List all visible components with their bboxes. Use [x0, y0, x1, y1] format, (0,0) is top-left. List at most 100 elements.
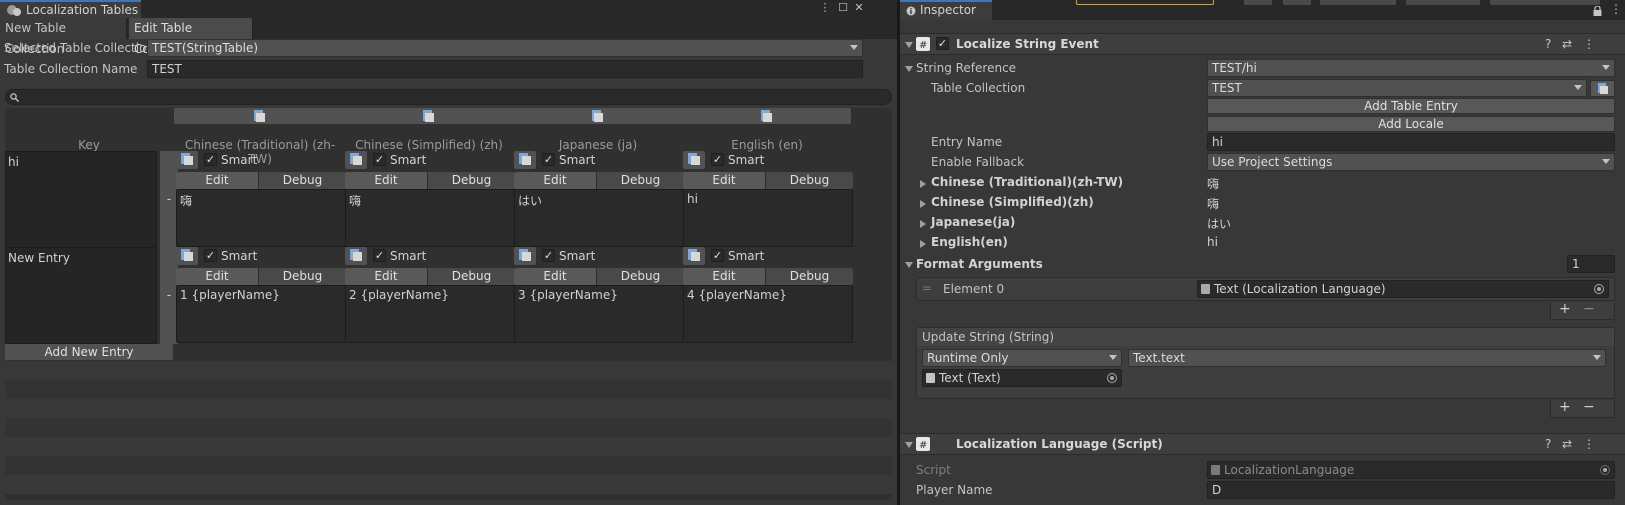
foldout-right-icon[interactable]	[920, 240, 926, 248]
translation-field[interactable]: 2 {playerName}	[345, 285, 515, 343]
help-icon[interactable]: ?	[1545, 437, 1551, 451]
edit-button[interactable]: Edit	[683, 172, 765, 189]
smart-checkbox[interactable]: ✓	[542, 153, 555, 166]
foldout-arrow-icon[interactable]	[905, 42, 913, 48]
smart-checkbox[interactable]: ✓	[373, 153, 386, 166]
locale-label-zh-tw[interactable]: Chinese (Traditional)(zh-TW)	[931, 175, 1123, 189]
maximize-icon[interactable]: ☐	[836, 1, 850, 15]
entry-metadata-button[interactable]	[683, 247, 705, 265]
smart-checkbox[interactable]: ✓	[711, 249, 724, 262]
component-header-localize-string-event[interactable]: # ✓ Localize String Event ? ⇄ ⋮	[900, 33, 1625, 55]
help-icon[interactable]: ?	[1545, 37, 1551, 51]
edit-button[interactable]: Edit	[176, 172, 258, 189]
foldout-right-icon[interactable]	[920, 180, 926, 188]
locale-label-en[interactable]: English(en)	[931, 235, 1008, 249]
open-tables-window-button[interactable]	[1590, 80, 1615, 97]
remove-listener-button[interactable]: −	[1583, 399, 1595, 415]
method-dropdown[interactable]: Text.text	[1128, 349, 1606, 367]
edit-button[interactable]: Edit	[514, 172, 596, 189]
string-reference-dropdown[interactable]: TEST/hi	[1207, 59, 1615, 77]
lock-icon[interactable]	[1593, 6, 1602, 16]
format-arguments-count[interactable]: 1	[1567, 255, 1615, 273]
debug-button[interactable]: Debug	[427, 172, 515, 189]
entry-metadata-button[interactable]	[345, 151, 367, 169]
translation-field[interactable]: 嗨	[176, 189, 346, 247]
edit-button[interactable]: Edit	[683, 268, 765, 285]
drag-handle-icon[interactable]: =	[922, 281, 932, 295]
window-menu-icon[interactable]: ⋮	[818, 1, 832, 15]
entry-name-field[interactable]: hi	[1207, 133, 1615, 151]
edit-button[interactable]: Edit	[345, 268, 427, 285]
toolbar-button[interactable]	[1320, 0, 1396, 5]
entry-metadata-button[interactable]	[176, 151, 198, 169]
add-listener-button[interactable]: +	[1559, 399, 1571, 415]
object-picker-icon[interactable]	[1107, 373, 1117, 383]
presets-icon[interactable]: ⇄	[1562, 37, 1572, 51]
smart-checkbox[interactable]: ✓	[373, 249, 386, 262]
entry-metadata-button[interactable]	[514, 247, 536, 265]
translation-field[interactable]: 嗨	[345, 189, 515, 247]
edit-button[interactable]: Edit	[345, 172, 427, 189]
table-settings-button[interactable]	[681, 108, 851, 124]
smart-checkbox[interactable]: ✓	[204, 153, 217, 166]
entry-metadata-button[interactable]	[345, 247, 367, 265]
translation-field[interactable]: はい	[514, 189, 684, 247]
object-picker-icon[interactable]	[1594, 284, 1604, 294]
player-name-field[interactable]: D	[1207, 481, 1615, 499]
remove-element-button[interactable]: −	[1583, 301, 1595, 317]
smart-checkbox[interactable]: ✓	[204, 249, 217, 262]
foldout-arrow-icon[interactable]	[905, 66, 913, 72]
search-input[interactable]	[5, 89, 892, 105]
locale-label-zh[interactable]: Chinese (Simplified)(zh)	[931, 195, 1094, 209]
entry-key-field[interactable]: hi	[5, 151, 157, 248]
foldout-arrow-icon[interactable]	[905, 262, 913, 268]
foldout-arrow-icon[interactable]	[905, 442, 913, 448]
format-arguments-label[interactable]: Format Arguments	[916, 257, 1043, 271]
smart-checkbox[interactable]: ✓	[711, 153, 724, 166]
add-element-button[interactable]: +	[1559, 301, 1571, 317]
tab-edit-table-collection[interactable]: Edit Table Collection	[129, 18, 253, 56]
toolbar-button[interactable]	[1490, 0, 1600, 5]
smart-checkbox[interactable]: ✓	[542, 249, 555, 262]
debug-button[interactable]: Debug	[596, 172, 684, 189]
toolbar-button[interactable]	[1244, 0, 1272, 5]
element0-object-field[interactable]: Text (Localization Language)	[1197, 280, 1609, 298]
debug-button[interactable]: Debug	[258, 172, 346, 189]
entry-metadata-button[interactable]	[514, 151, 536, 169]
inspector-menu-icon[interactable]: ⋮	[1610, 2, 1622, 16]
debug-button[interactable]: Debug	[765, 172, 853, 189]
tab-inspector[interactable]: Inspector	[900, 0, 992, 20]
translation-field[interactable]: 3 {playerName}	[514, 285, 684, 343]
table-settings-button[interactable]	[512, 108, 682, 124]
target-object-field[interactable]: Text (Text)	[922, 369, 1122, 387]
entry-key-field[interactable]: New Entry	[5, 247, 157, 344]
table-settings-button[interactable]	[343, 108, 513, 124]
toolbar-search-field[interactable]	[1076, 0, 1214, 5]
debug-button[interactable]: Debug	[427, 268, 515, 285]
add-locale-button[interactable]: Add Locale	[1207, 116, 1615, 132]
foldout-right-icon[interactable]	[920, 220, 926, 228]
edit-button[interactable]: Edit	[176, 268, 258, 285]
debug-button[interactable]: Debug	[765, 268, 853, 285]
foldout-right-icon[interactable]	[920, 200, 926, 208]
table-settings-button[interactable]	[174, 108, 344, 124]
translation-field[interactable]: hi	[683, 189, 853, 247]
window-tab-localization-tables[interactable]: Localization Tables	[0, 0, 141, 18]
entry-metadata-button[interactable]	[683, 151, 705, 169]
table-collection-dropdown[interactable]: TEST	[1207, 79, 1587, 97]
tab-new-table-collection[interactable]: New Table Collection	[0, 18, 127, 56]
translation-field[interactable]: 1 {playerName}	[176, 285, 346, 343]
add-table-entry-button[interactable]: Add Table Entry	[1207, 98, 1615, 114]
component-menu-icon[interactable]: ⋮	[1583, 37, 1595, 51]
component-menu-icon[interactable]: ⋮	[1583, 437, 1595, 451]
entry-metadata-button[interactable]	[176, 247, 198, 265]
toolbar-button[interactable]	[1406, 0, 1480, 5]
component-enabled-checkbox[interactable]: ✓	[936, 37, 949, 50]
locale-label-ja[interactable]: Japanese(ja)	[931, 215, 1015, 229]
runtime-dropdown[interactable]: Runtime Only	[922, 349, 1122, 367]
debug-button[interactable]: Debug	[596, 268, 684, 285]
presets-icon[interactable]: ⇄	[1562, 437, 1572, 451]
close-icon[interactable]: ✕	[852, 1, 866, 15]
enable-fallback-dropdown[interactable]: Use Project Settings	[1207, 153, 1615, 171]
selected-collection-dropdown[interactable]: TEST(StringTable)	[147, 39, 863, 57]
